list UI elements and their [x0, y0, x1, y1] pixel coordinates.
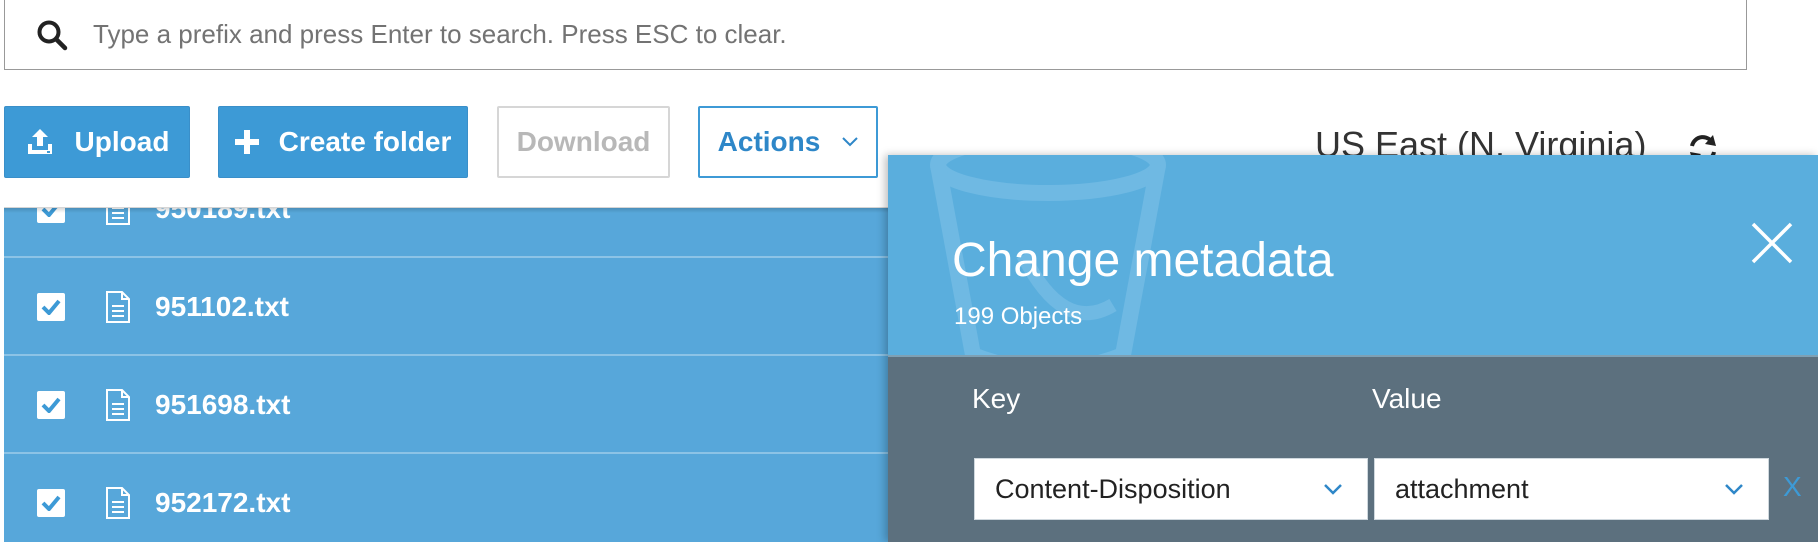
key-column-header: Key	[972, 383, 1021, 414]
document-icon	[105, 290, 131, 323]
panel-title: Change metadata	[952, 234, 1334, 287]
search-input[interactable]	[93, 14, 1746, 55]
chevron-down-icon	[1724, 483, 1744, 495]
value-select-value: attachment	[1395, 473, 1529, 504]
key-select-value: Content-Disposition	[995, 473, 1231, 504]
upload-button[interactable]: Upload	[4, 106, 190, 178]
document-icon	[105, 486, 131, 519]
file-name[interactable]: 952172.txt	[155, 487, 290, 519]
remove-row-button[interactable]: X	[1783, 471, 1802, 503]
create-folder-button-label: Create folder	[278, 126, 452, 157]
actions-button[interactable]: Actions	[698, 106, 878, 178]
value-select[interactable]: attachment	[1374, 458, 1769, 520]
file-list: 950189.txt 951102.txt 951698.txt 952172.…	[4, 208, 892, 542]
file-name[interactable]: 951698.txt	[155, 389, 290, 421]
plus-icon	[234, 130, 259, 154]
search-bar	[4, 0, 1747, 70]
upload-icon	[25, 127, 55, 157]
toolbar-shadow	[4, 207, 892, 213]
row-checkbox[interactable]	[37, 488, 65, 517]
panel-body: Key Value Content-Disposition attachment…	[888, 355, 1818, 542]
row-checkbox[interactable]	[37, 292, 65, 321]
download-button-label: Download	[516, 126, 651, 157]
create-folder-button[interactable]: Create folder	[218, 106, 468, 178]
file-row[interactable]: 951102.txt	[4, 259, 892, 356]
close-icon[interactable]	[1750, 221, 1794, 265]
change-metadata-panel: Change metadata 199 Objects Key Value Co…	[888, 155, 1818, 542]
panel-subtitle: 199 Objects	[954, 303, 1083, 330]
file-row[interactable]: 951698.txt	[4, 357, 892, 454]
key-select[interactable]: Content-Disposition	[974, 458, 1368, 520]
file-row[interactable]: 950189.txt	[4, 208, 892, 258]
search-icon	[37, 20, 68, 50]
row-checkbox[interactable]	[37, 390, 65, 419]
download-button[interactable]: Download	[497, 106, 670, 178]
chevron-down-icon	[842, 137, 859, 147]
upload-button-label: Upload	[74, 126, 170, 157]
actions-button-label: Actions	[717, 126, 821, 157]
chevron-down-icon	[1323, 483, 1343, 495]
file-name[interactable]: 951102.txt	[155, 291, 289, 323]
document-icon	[105, 388, 131, 421]
value-column-header: Value	[1372, 383, 1442, 414]
file-row[interactable]: 952172.txt	[4, 455, 892, 542]
panel-header: Change metadata 199 Objects	[888, 155, 1818, 355]
